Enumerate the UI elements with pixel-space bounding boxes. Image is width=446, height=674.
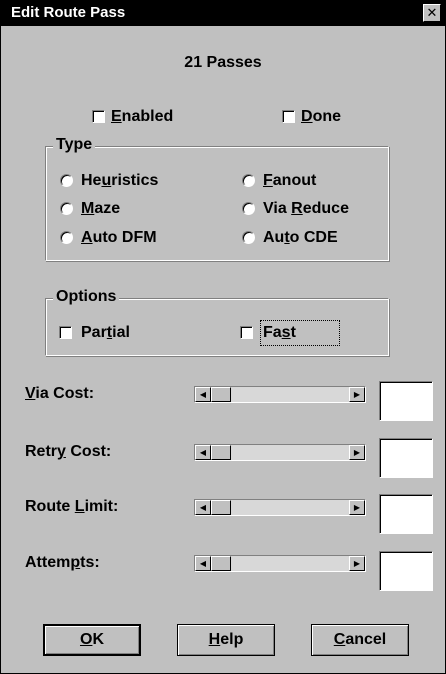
arrow-left-icon: ◀ [199,559,207,568]
via-cost-value-field[interactable] [379,381,433,421]
radio-auto-dfm-button[interactable] [60,231,73,244]
scroll-left-button[interactable]: ◀ [195,445,211,460]
help-button[interactable]: Help [177,624,275,656]
route-limit-scrollbar[interactable]: ◀ ▶ [194,499,366,516]
radio-maze-label: Maze [81,200,121,217]
scroll-left-button[interactable]: ◀ [195,500,211,515]
route-limit-value-field[interactable] [379,494,433,534]
ok-button[interactable]: OK [43,624,141,656]
passes-count: 21 Passes [184,54,262,71]
retry-cost-value-field[interactable] [379,438,433,478]
cancel-button[interactable]: Cancel [311,624,409,656]
attempts-value-field[interactable] [379,551,433,591]
radio-auto-dfm-label: Auto DFM [81,229,157,246]
fast-checkbox-box[interactable] [240,326,253,339]
window-title: Edit Route Pass [11,4,126,21]
scrollbar-thumb[interactable] [211,387,231,402]
radio-heuristics-label: Heuristics [81,172,159,189]
done-checkbox-box[interactable] [282,110,295,123]
scroll-right-button[interactable]: ▶ [349,500,365,515]
enabled-checkbox-box[interactable] [92,110,105,123]
radio-via-reduce-button[interactable] [242,202,255,215]
arrow-right-icon: ▶ [353,559,361,568]
fast-label: Fast [263,324,296,341]
scroll-left-button[interactable]: ◀ [195,387,211,402]
done-label: Done [301,108,342,125]
via-cost-scrollbar[interactable]: ◀ ▶ [194,386,366,403]
scroll-right-button[interactable]: ▶ [349,387,365,402]
retry-cost-label: Retry Cost: [25,443,112,460]
radio-heuristics-button[interactable] [60,174,73,187]
close-icon: ✕ [426,5,438,20]
type-group-title: Type [53,136,96,154]
scrollbar-thumb[interactable] [211,445,231,460]
title-bar[interactable]: Edit Route Pass ✕ [1,1,445,26]
close-button[interactable]: ✕ [423,4,441,22]
radio-fanout-label: Fanout [263,172,317,189]
radio-via-reduce-label: Via Reduce [263,200,349,217]
route-limit-label: Route Limit: [25,498,119,515]
radio-fanout-button[interactable] [242,174,255,187]
attempts-label: Attempts: [25,554,100,571]
arrow-right-icon: ▶ [353,390,361,399]
radio-maze-button[interactable] [60,202,73,215]
arrow-right-icon: ▶ [353,503,361,512]
scroll-left-button[interactable]: ◀ [195,556,211,571]
arrow-right-icon: ▶ [353,448,361,457]
attempts-scrollbar[interactable]: ◀ ▶ [194,555,366,572]
scroll-right-button[interactable]: ▶ [349,445,365,460]
arrow-left-icon: ◀ [199,390,207,399]
arrow-left-icon: ◀ [199,448,207,457]
enabled-label: Enabled [111,108,174,125]
retry-cost-scrollbar[interactable]: ◀ ▶ [194,444,366,461]
radio-auto-cde-label: Auto CDE [263,229,338,246]
partial-label: Partial [81,324,130,341]
edit-route-pass-dialog: Edit Route Pass ✕ 21 Passes Enabled Done… [0,0,446,674]
via-cost-label: Via Cost: [25,385,95,402]
radio-auto-cde-button[interactable] [242,231,255,244]
partial-checkbox-box[interactable] [59,326,72,339]
scroll-right-button[interactable]: ▶ [349,556,365,571]
options-group-title: Options [53,288,120,306]
scrollbar-thumb[interactable] [211,556,231,571]
scrollbar-thumb[interactable] [211,500,231,515]
arrow-left-icon: ◀ [199,503,207,512]
